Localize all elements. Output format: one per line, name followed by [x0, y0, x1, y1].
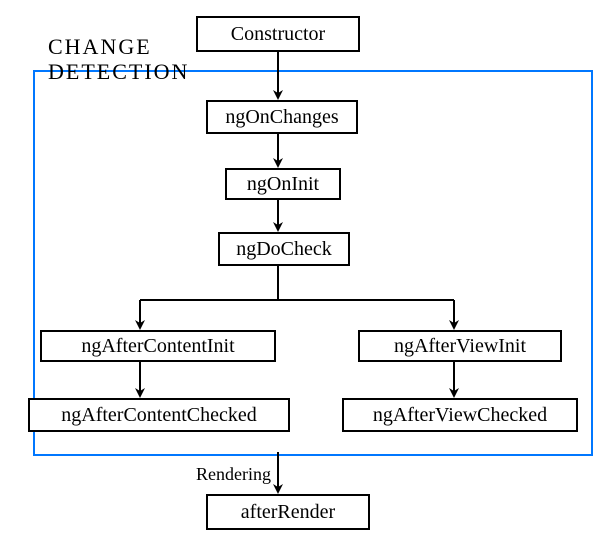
- edges-layer: [0, 0, 600, 542]
- diagram-canvas: { "region_label": "CHANGE\nDETECTION", "…: [0, 0, 600, 542]
